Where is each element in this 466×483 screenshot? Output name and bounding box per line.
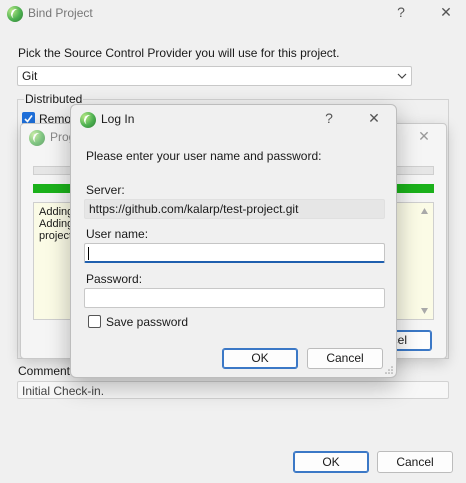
login-close-button[interactable]: ✕ bbox=[364, 110, 384, 127]
scroll-up-icon[interactable] bbox=[420, 207, 429, 215]
server-label: Server: bbox=[86, 183, 125, 197]
progress-logo-icon bbox=[29, 130, 45, 146]
log-line: Adding bbox=[39, 206, 74, 218]
provider-prompt: Pick the Source Control Provider you wil… bbox=[18, 46, 340, 60]
login-logo-icon bbox=[80, 112, 96, 128]
server-field: https://github.com/kalarp/test-project.g… bbox=[84, 199, 385, 219]
login-dialog: Log In ? ✕ Please enter your user name a… bbox=[70, 104, 397, 378]
help-button[interactable]: ? bbox=[391, 4, 411, 20]
provider-value: Git bbox=[22, 69, 38, 83]
progress-close-button[interactable]: ✕ bbox=[414, 128, 434, 145]
server-value: https://github.com/kalarp/test-project.g… bbox=[89, 202, 299, 216]
login-help-button[interactable]: ? bbox=[319, 110, 339, 126]
username-label: User name: bbox=[86, 227, 149, 241]
scroll-down-icon[interactable] bbox=[420, 307, 429, 315]
ok-button[interactable]: OK bbox=[293, 451, 369, 473]
close-button[interactable]: ✕ bbox=[436, 4, 456, 21]
app-logo-icon bbox=[7, 6, 23, 22]
comment-field[interactable]: Initial Check-in. bbox=[17, 381, 449, 399]
username-input[interactable] bbox=[84, 243, 385, 263]
save-password-label: Save password bbox=[106, 315, 189, 329]
log-line: project bbox=[39, 230, 73, 242]
resize-grip-icon[interactable] bbox=[385, 366, 393, 374]
chevron-down-icon bbox=[397, 73, 407, 79]
login-ok-button[interactable]: OK bbox=[222, 348, 298, 369]
provider-dropdown[interactable]: Git bbox=[17, 66, 412, 86]
login-title: Log In bbox=[101, 112, 135, 126]
login-cancel-button[interactable]: Cancel bbox=[307, 348, 383, 369]
text-caret bbox=[88, 247, 89, 260]
password-input[interactable] bbox=[84, 288, 385, 308]
save-password-checkbox[interactable] bbox=[88, 315, 101, 328]
login-instruction: Please enter your user name and password… bbox=[86, 149, 322, 163]
window-title: Bind Project bbox=[28, 6, 93, 20]
password-label: Password: bbox=[86, 272, 143, 286]
comment-label: Comment: bbox=[18, 364, 74, 378]
log-line: Adding bbox=[39, 218, 74, 230]
comment-value: Initial Check-in. bbox=[22, 384, 105, 398]
cancel-button[interactable]: Cancel bbox=[377, 451, 453, 473]
